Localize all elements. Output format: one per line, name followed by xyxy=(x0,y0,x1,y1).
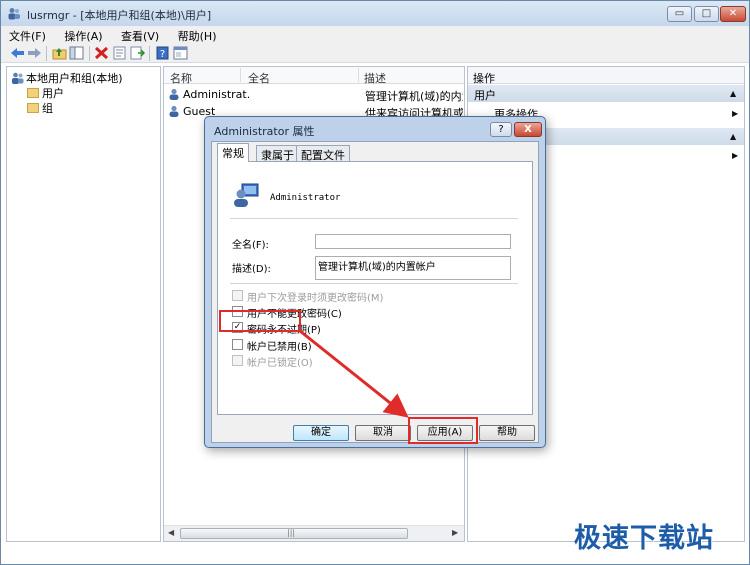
minimize-icon: ▭ xyxy=(674,8,685,19)
actions-section-users[interactable]: 用户 ▲ xyxy=(468,85,744,102)
toolbar-separator xyxy=(89,46,90,61)
question-icon: ? xyxy=(498,124,504,135)
scroll-grip-icon: ||| xyxy=(287,528,296,537)
checkbox-label: 用户下次登录时须更改密码(M) xyxy=(247,293,384,304)
user-icon xyxy=(169,105,179,117)
menu-action[interactable]: 操作(A) xyxy=(56,26,109,44)
help-book-icon[interactable]: ? xyxy=(155,46,170,60)
back-arrow-icon[interactable] xyxy=(10,46,25,60)
tree-item-groups-label: 组 xyxy=(42,102,53,115)
menu-file[interactable]: 文件(F) xyxy=(1,26,53,44)
forward-arrow-icon[interactable] xyxy=(27,46,42,60)
console-tree: 本地用户和组(本地) 用户 组 xyxy=(6,66,161,542)
up-folder-icon[interactable] xyxy=(52,46,67,60)
properties-icon[interactable] xyxy=(112,46,127,60)
delete-icon[interactable] xyxy=(94,46,109,60)
collapse-icon[interactable]: ▲ xyxy=(730,89,736,98)
users-group-icon xyxy=(12,72,24,84)
tree-root[interactable]: 本地用户和组(本地) xyxy=(11,70,123,85)
menu-help[interactable]: 帮助(H) xyxy=(170,26,224,44)
divider xyxy=(230,218,518,219)
column-name[interactable]: 名称 xyxy=(170,70,192,86)
submenu-arrow-icon[interactable]: ▶ xyxy=(732,109,738,118)
users-app-icon xyxy=(8,8,20,20)
toolbar: ? xyxy=(1,44,749,63)
description-label: 描述(D): xyxy=(232,264,271,275)
highlight-box-apply-button xyxy=(408,417,478,444)
show-hide-tree-icon[interactable] xyxy=(69,46,84,60)
row-name: Administrat... xyxy=(183,88,249,101)
tab-general[interactable]: 常规 xyxy=(217,143,249,162)
cancel-button[interactable]: 取消 xyxy=(355,425,411,441)
properties-dialog: Administrator 属性 ? X 常规 隶属于 配置文件 Adminis… xyxy=(204,116,546,448)
divider xyxy=(230,283,518,284)
submenu-arrow-icon[interactable]: ▶ xyxy=(732,151,738,160)
description-field[interactable]: 管理计算机(域)的内置帐户 xyxy=(315,256,511,280)
checkbox-label: 帐户已锁定(O) xyxy=(247,358,313,369)
title-bar: lusrmgr - [本地用户和组(本地)\用户] ▭ □ ✕ xyxy=(1,1,749,26)
toolbar-separator xyxy=(46,46,47,61)
checkbox-box[interactable] xyxy=(232,355,243,366)
console-window-icon[interactable] xyxy=(173,46,188,60)
column-divider[interactable] xyxy=(358,68,359,82)
column-fullname[interactable]: 全名 xyxy=(248,70,270,86)
collapse-icon[interactable]: ▲ xyxy=(730,132,736,141)
actions-header: 操作 xyxy=(468,67,744,85)
list-row-administrator[interactable]: Administrat... 管理计算机(域)的内置帐 xyxy=(167,86,463,103)
close-icon: ✕ xyxy=(728,8,738,19)
column-divider[interactable] xyxy=(240,68,241,82)
tree-root-label: 本地用户和组(本地) xyxy=(26,72,123,85)
tree-item-groups[interactable]: 组 xyxy=(27,100,53,115)
list-header: 名称 全名 描述 xyxy=(164,67,464,86)
actions-section-label: 用户 xyxy=(474,89,496,102)
tree-item-users-label: 用户 xyxy=(42,87,64,100)
minimize-button[interactable]: ▭ xyxy=(667,6,692,22)
checkbox-box[interactable] xyxy=(232,339,243,350)
folder-icon xyxy=(27,88,39,98)
fullname-field[interactable] xyxy=(315,234,511,249)
svg-text:?: ? xyxy=(160,49,165,60)
maximize-icon: □ xyxy=(701,8,712,19)
user-account-icon xyxy=(234,183,259,207)
general-panel: Administrator 全名(F): 描述(D): 管理计算机(域)的内置帐… xyxy=(217,161,533,415)
close-button[interactable]: ✕ xyxy=(720,6,746,22)
window-title: lusrmgr - [本地用户和组(本地)\用户] xyxy=(27,9,212,22)
account-name: Administrator xyxy=(270,193,341,203)
column-description[interactable]: 描述 xyxy=(364,70,386,86)
site-watermark: 极速下载站 xyxy=(574,523,714,554)
fullname-label: 全名(F): xyxy=(232,240,269,251)
help-button[interactable]: 帮助 xyxy=(479,425,535,441)
highlight-box-disabled-checkbox xyxy=(219,310,301,332)
toolbar-separator xyxy=(149,46,150,61)
dialog-body: 常规 隶属于 配置文件 Administrator 全名(F): 描述(D): … xyxy=(211,141,539,443)
scroll-left-icon[interactable]: ◀ xyxy=(168,528,174,537)
horizontal-scrollbar[interactable]: ◀ ||| ▶ xyxy=(164,525,464,541)
scroll-right-icon[interactable]: ▶ xyxy=(452,528,458,537)
checkbox-box[interactable] xyxy=(232,290,243,301)
user-icon xyxy=(169,88,179,100)
menu-bar: 文件(F) 操作(A) 查看(V) 帮助(H) xyxy=(1,26,749,44)
dialog-title: Administrator 属性 xyxy=(214,125,315,138)
scroll-thumb[interactable]: ||| xyxy=(180,528,408,539)
tab-profile[interactable]: 配置文件 xyxy=(296,145,350,162)
menu-view[interactable]: 查看(V) xyxy=(113,26,166,44)
export-list-icon[interactable] xyxy=(130,46,145,60)
tree-item-users[interactable]: 用户 xyxy=(27,85,64,100)
dialog-help-button[interactable]: ? xyxy=(490,122,512,137)
ok-button[interactable]: 确定 xyxy=(293,425,349,441)
tab-member-of[interactable]: 隶属于 xyxy=(256,145,299,162)
dialog-close-button[interactable]: X xyxy=(514,122,542,137)
folder-icon xyxy=(27,103,39,113)
row-description: 管理计算机(域)的内置帐 xyxy=(365,90,463,103)
close-icon: X xyxy=(524,124,532,135)
maximize-button[interactable]: □ xyxy=(694,6,719,22)
checkbox-label: 帐户已禁用(B) xyxy=(247,342,312,353)
